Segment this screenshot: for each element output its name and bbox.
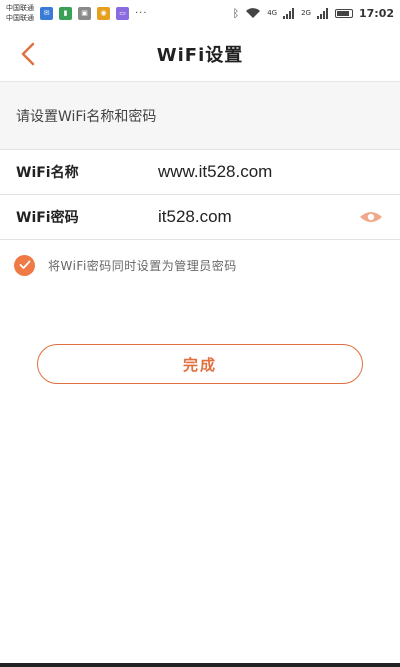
signal-4g-label: 4G bbox=[267, 9, 278, 17]
eye-icon bbox=[360, 212, 382, 222]
password-label: WiFi密码 bbox=[16, 210, 79, 226]
section-title: 请设置WiFi名称和密码 bbox=[16, 108, 157, 125]
weibo-icon: ◉ bbox=[97, 6, 110, 20]
battery-icon bbox=[334, 8, 353, 18]
chevron-left-icon bbox=[21, 42, 35, 66]
app-header: WiFi设置 bbox=[0, 26, 400, 82]
ssid-row: WiFi名称 bbox=[0, 150, 400, 195]
section-header: 请设置WiFi名称和密码 bbox=[0, 82, 400, 150]
bluetooth-icon: ᛒ bbox=[232, 6, 240, 20]
ssid-label: WiFi名称 bbox=[16, 165, 79, 181]
system-status: ᛒ 4G 2G 17:02 bbox=[233, 7, 394, 20]
carrier-line-1: 中国联通 bbox=[6, 4, 34, 12]
carrier-info: 中国联通 中国联通 bbox=[6, 3, 34, 23]
chat-icon: ✉ bbox=[40, 6, 53, 20]
admin-password-option[interactable]: 将WiFi密码同时设置为管理员密码 bbox=[14, 254, 237, 276]
clock-time: 17:02 bbox=[358, 6, 394, 20]
chart-icon: ▮ bbox=[59, 6, 72, 20]
message-icon: ▭ bbox=[116, 6, 129, 20]
notification-icons: ✉ ▮ ▣ ◉ ▭ ··· bbox=[40, 6, 148, 20]
back-button[interactable] bbox=[14, 40, 42, 68]
wifi-icon bbox=[246, 8, 261, 18]
password-row: WiFi密码 bbox=[0, 195, 400, 240]
photo-icon: ▣ bbox=[78, 6, 91, 20]
toggle-password-visibility-button[interactable] bbox=[358, 207, 384, 227]
status-bar: 中国联通 中国联通 ✉ ▮ ▣ ◉ ▭ ··· ᛒ 4G 2G 17:02 bbox=[0, 0, 400, 26]
checkmark-icon bbox=[19, 260, 30, 269]
signal-bars-icon bbox=[283, 7, 295, 19]
bottom-edge bbox=[0, 663, 400, 667]
ssid-input[interactable] bbox=[158, 162, 348, 182]
carrier-line-2: 中国联通 bbox=[6, 14, 34, 22]
more-notifications-icon: ··· bbox=[135, 7, 148, 19]
admin-password-option-label: 将WiFi密码同时设置为管理员密码 bbox=[48, 258, 237, 273]
admin-password-checkbox[interactable] bbox=[14, 254, 35, 276]
signal-2g-label: 2G bbox=[301, 9, 311, 17]
password-input[interactable] bbox=[158, 207, 348, 227]
signal-bars-2-icon bbox=[316, 7, 328, 19]
page-title: WiFi设置 bbox=[156, 44, 244, 66]
done-button[interactable]: 完成 bbox=[37, 344, 363, 384]
